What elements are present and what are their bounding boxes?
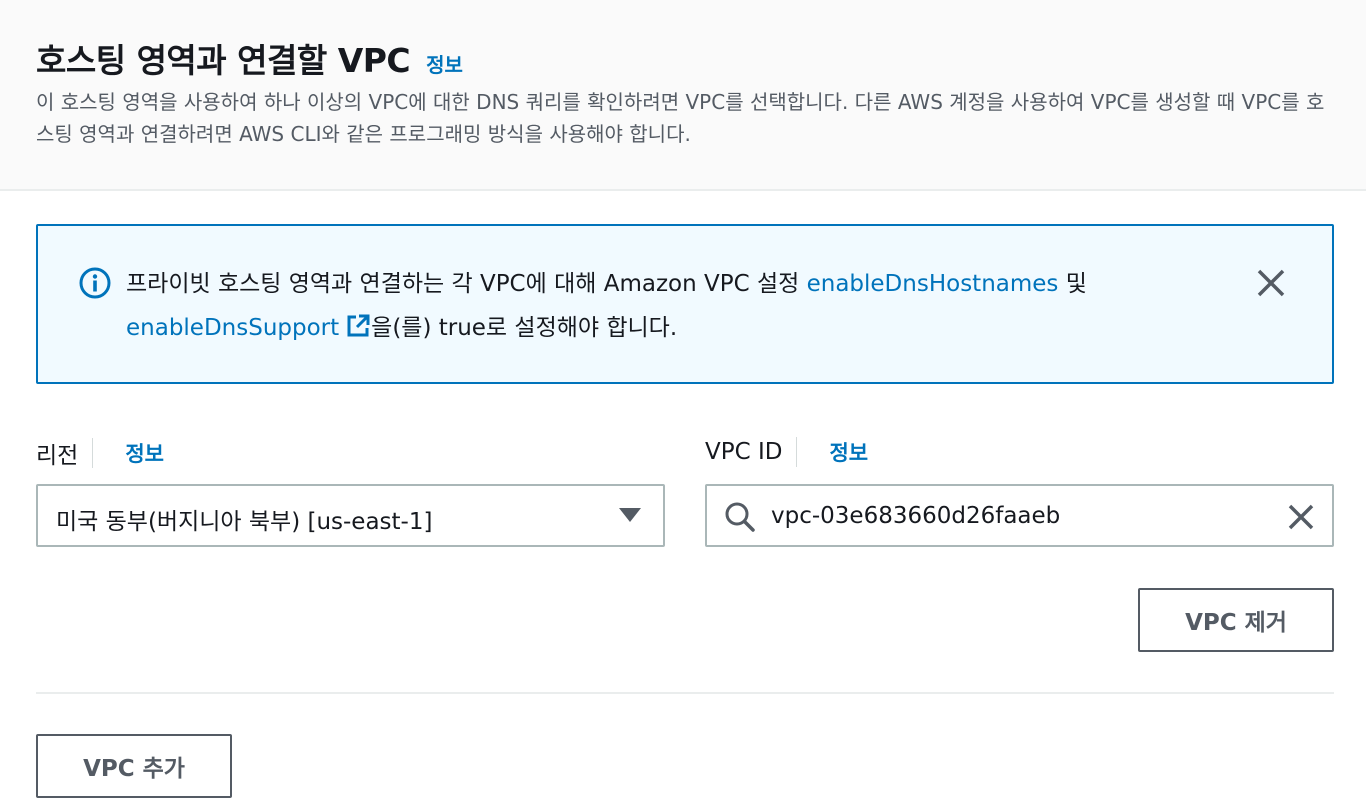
vpc-id-label: VPC ID [705, 439, 783, 465]
vpc-id-input[interactable] [771, 498, 1261, 534]
region-select-value: 미국 동부(버지니아 북부) [us-east-1] [56, 509, 433, 535]
enable-dns-support-link[interactable]: enableDnsSupport [126, 314, 371, 341]
enable-dns-hostnames-link[interactable]: enableDnsHostnames [807, 271, 1059, 297]
label-divider [92, 438, 94, 468]
title-row: 호스팅 영역과 연결할 VPC 정보 [36, 34, 463, 82]
remove-vpc-button[interactable]: VPC 제거 [1138, 588, 1334, 652]
info-circle-icon [79, 267, 111, 299]
alert-text-middle: 및 [1058, 271, 1087, 297]
page-title: 호스팅 영역과 연결할 VPC [36, 41, 411, 80]
search-icon [725, 502, 755, 532]
title-info-link[interactable]: 정보 [426, 49, 463, 78]
alert-text-before: 프라이빗 호스팅 영역과 연결하는 각 VPC에 대해 Amazon VPC 설… [126, 271, 807, 297]
alert-message: 프라이빗 호스팅 영역과 연결하는 각 VPC에 대해 Amazon VPC 설… [126, 262, 1216, 350]
divider [36, 692, 1334, 694]
alert-text-after: 을(를) true로 설정해야 합니다. [371, 315, 678, 341]
region-label-row: 리전 정보 [36, 436, 164, 470]
region-label: 리전 [36, 443, 79, 469]
region-select[interactable]: 미국 동부(버지니아 북부) [us-east-1] [36, 484, 665, 547]
section-description: 이 호스팅 영역을 사용하여 하나 이상의 VPC에 대한 DNS 쿼리를 확인… [36, 90, 1325, 146]
vpc-info-link[interactable]: 정보 [829, 437, 868, 467]
vpc-label-row: VPC ID 정보 [705, 437, 868, 467]
label-divider [796, 437, 798, 467]
caret-down-icon [619, 508, 641, 522]
info-alert: 프라이빗 호스팅 영역과 연결하는 각 VPC에 대해 Amazon VPC 설… [36, 224, 1334, 384]
section-header: 호스팅 영역과 연결할 VPC 정보 이 호스팅 영역을 사용하여 하나 이상의… [0, 0, 1366, 191]
clear-icon[interactable] [1284, 500, 1318, 534]
external-link-icon [347, 314, 370, 337]
close-icon[interactable] [1254, 266, 1288, 300]
vpc-search-field [705, 484, 1334, 547]
enable-dns-support-label: enableDnsSupport [126, 315, 340, 341]
add-vpc-button[interactable]: VPC 추가 [36, 734, 232, 798]
region-info-link[interactable]: 정보 [125, 438, 164, 468]
